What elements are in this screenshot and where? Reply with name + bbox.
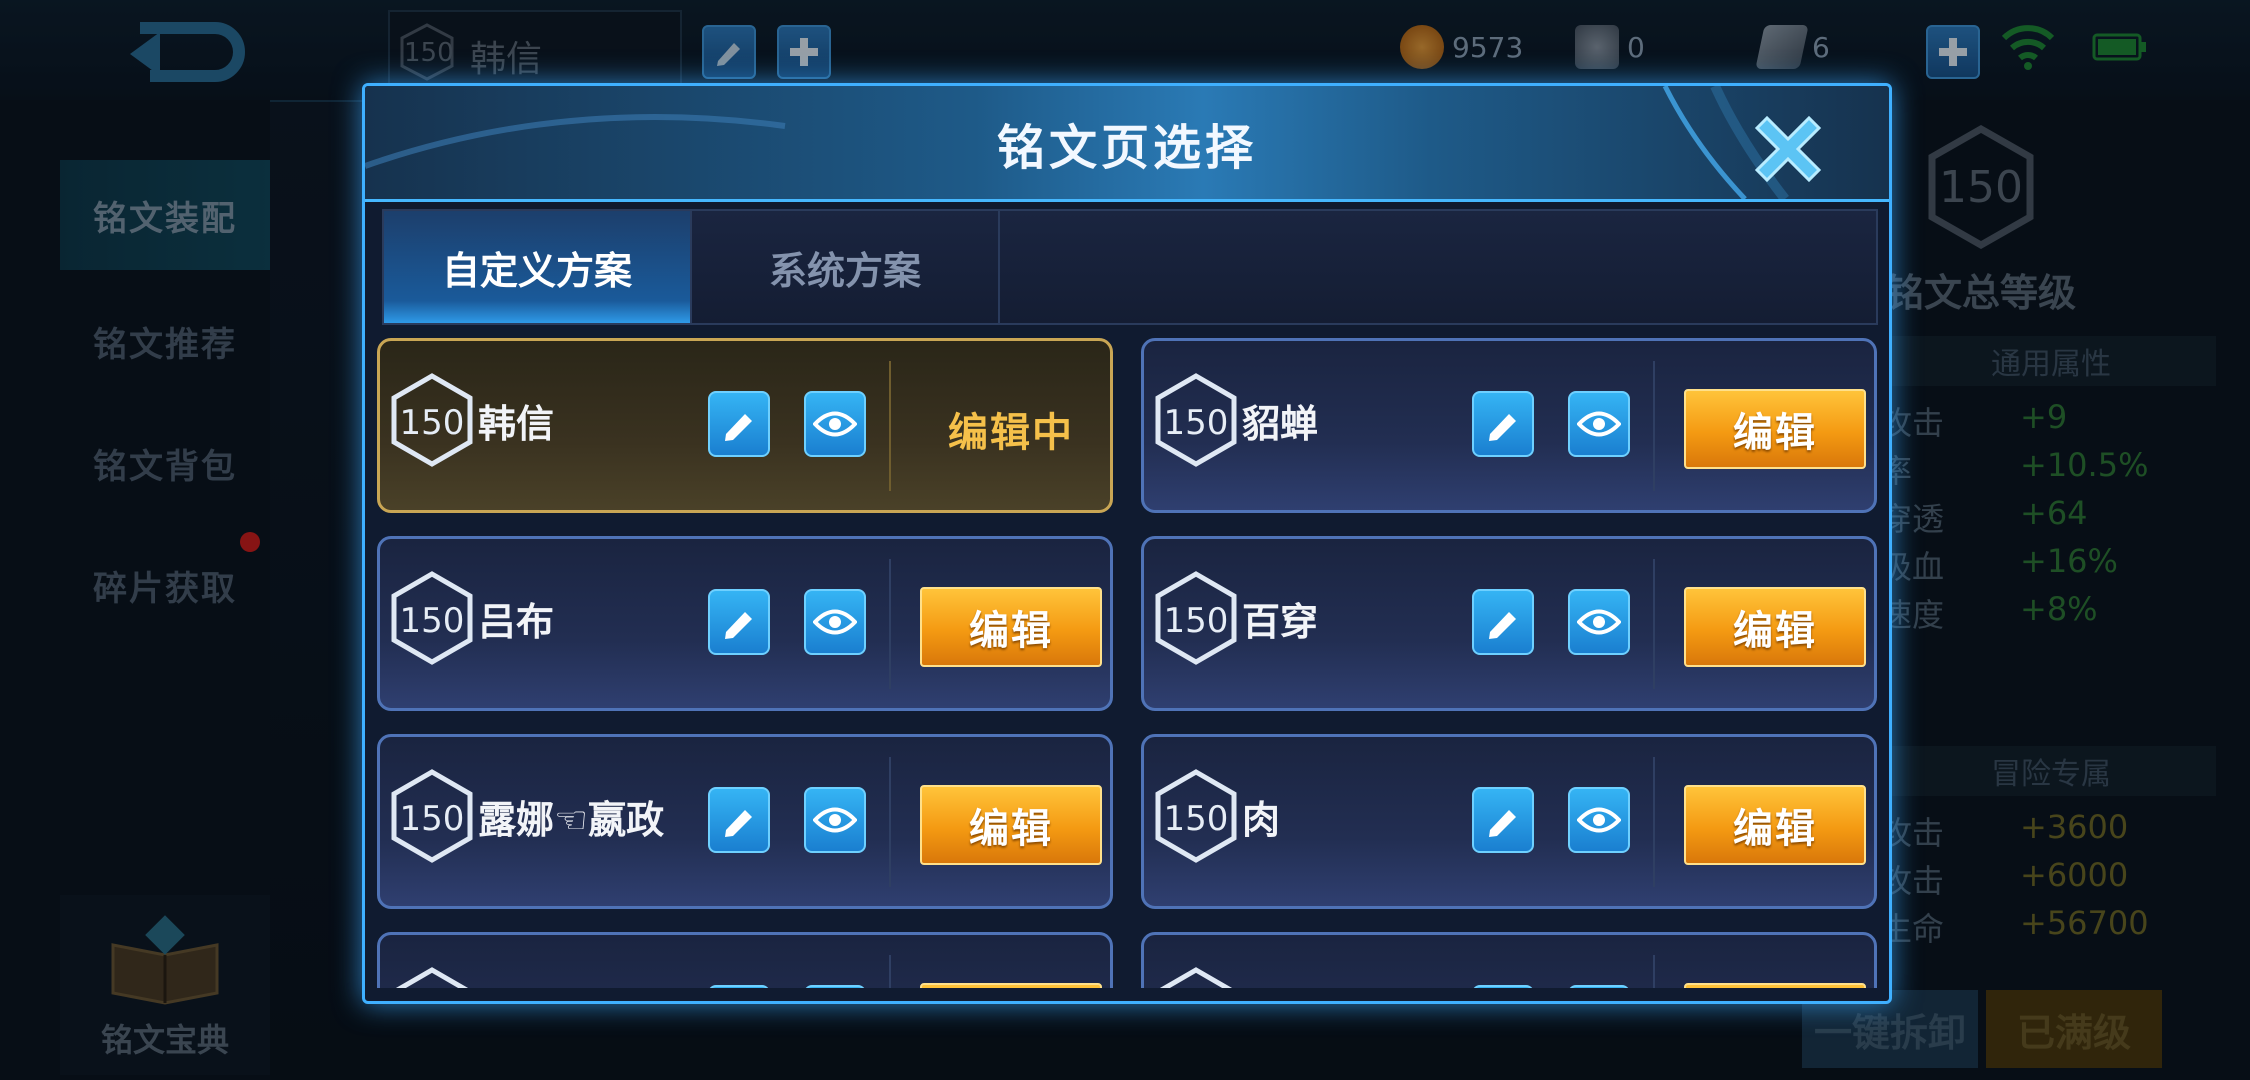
preview-button[interactable] xyxy=(804,589,866,655)
eye-icon xyxy=(1577,411,1621,437)
page-name: 露娜☜嬴政 xyxy=(478,798,665,842)
separator xyxy=(889,955,891,988)
separator xyxy=(1653,361,1655,491)
rune-page-card[interactable]: 150 貂蝉 编辑 xyxy=(1141,338,1877,513)
level-hex-icon xyxy=(395,967,469,988)
close-icon[interactable] xyxy=(1745,106,1831,192)
eye-icon xyxy=(813,609,857,635)
edit-button[interactable] xyxy=(920,983,1102,988)
preview-button[interactable] xyxy=(1568,391,1630,457)
preview-button[interactable] xyxy=(1568,589,1630,655)
rune-page-card[interactable] xyxy=(377,932,1113,988)
rune-page-card[interactable] xyxy=(1141,932,1877,988)
preview-button[interactable] xyxy=(1568,985,1630,988)
tab-custom[interactable]: 自定义方案 xyxy=(384,211,690,323)
pencil-icon xyxy=(725,414,752,441)
rename-button[interactable] xyxy=(1472,391,1534,457)
preview-button[interactable] xyxy=(804,787,866,853)
edit-button[interactable] xyxy=(1684,983,1866,988)
pencil-icon xyxy=(1489,414,1516,441)
pencil-icon xyxy=(725,612,752,639)
page-name: 韩信 xyxy=(478,402,555,446)
preview-button[interactable] xyxy=(804,391,866,457)
rename-button[interactable] xyxy=(1472,589,1534,655)
editing-status: 编辑中 xyxy=(948,410,1074,456)
separator xyxy=(889,559,891,689)
eye-icon xyxy=(1577,807,1621,833)
page-level: 150 xyxy=(1163,799,1229,839)
page-level: 150 xyxy=(399,601,465,641)
eye-icon xyxy=(813,807,857,833)
edit-button[interactable]: 编辑 xyxy=(920,785,1102,865)
rename-button[interactable] xyxy=(708,985,770,988)
separator xyxy=(1653,757,1655,887)
page-name: 貂蝉 xyxy=(1242,402,1319,446)
rune-page-list: 150 韩信 编辑中 150 貂蝉 编辑 150 吕布 编辑 150 百穿 编辑… xyxy=(365,336,1889,988)
separator xyxy=(1653,955,1655,988)
rune-page-card[interactable]: 150 吕布 编辑 xyxy=(377,536,1113,711)
rename-button[interactable] xyxy=(1472,787,1534,853)
separator xyxy=(889,361,891,491)
page-level: 150 xyxy=(399,403,465,443)
dialog-title: 铭文页选择 xyxy=(996,119,1257,176)
page-name: 吕布 xyxy=(478,600,555,644)
edit-button[interactable]: 编辑 xyxy=(1684,389,1866,469)
page-name: 肉 xyxy=(1242,798,1281,842)
rune-page-card[interactable]: 150 肉 编辑 xyxy=(1141,734,1877,909)
edit-button[interactable]: 编辑 xyxy=(1684,587,1866,667)
rune-page-card[interactable]: 150 露娜☜嬴政 编辑 xyxy=(377,734,1113,909)
eye-icon xyxy=(813,411,857,437)
rename-button[interactable] xyxy=(708,391,770,457)
pencil-icon xyxy=(725,810,752,837)
tab-label: 自定义方案 xyxy=(441,248,632,293)
preview-button[interactable] xyxy=(1568,787,1630,853)
separator xyxy=(1653,559,1655,689)
page-level: 150 xyxy=(1163,601,1229,641)
separator xyxy=(889,757,891,887)
edit-button[interactable]: 编辑 xyxy=(1684,785,1866,865)
page-level: 150 xyxy=(399,799,465,839)
preview-button[interactable] xyxy=(804,985,866,988)
rune-page-dialog: 铭文页选择 自定义方案 系统方案 150 韩信 编辑中 150 貂蝉 编辑 15… xyxy=(362,83,1892,1004)
rename-button[interactable] xyxy=(708,787,770,853)
tab-label: 系统方案 xyxy=(768,248,921,293)
pencil-icon xyxy=(1489,810,1516,837)
rune-page-card[interactable]: 150 韩信 编辑中 xyxy=(377,338,1113,513)
eye-icon xyxy=(1577,609,1621,635)
page-level: 150 xyxy=(1163,403,1229,443)
tab-system[interactable]: 系统方案 xyxy=(690,211,1000,323)
rune-page-card[interactable]: 150 百穿 编辑 xyxy=(1141,536,1877,711)
page-name: 百穿 xyxy=(1242,600,1319,644)
edit-button[interactable]: 编辑 xyxy=(920,587,1102,667)
rename-button[interactable] xyxy=(1472,985,1534,988)
pencil-icon xyxy=(1489,612,1516,639)
tab-bar: 自定义方案 系统方案 xyxy=(382,209,1878,325)
level-hex-icon xyxy=(1159,967,1233,988)
rename-button[interactable] xyxy=(708,589,770,655)
